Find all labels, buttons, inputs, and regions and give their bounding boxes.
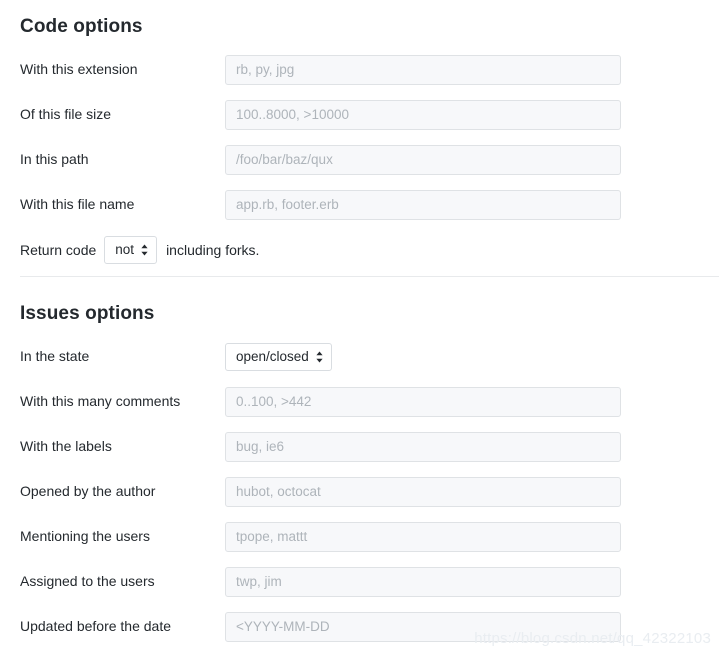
form-row: With this extension bbox=[0, 47, 719, 92]
return-code-label: Return code bbox=[20, 241, 97, 258]
form-row: With the labels bbox=[0, 424, 719, 469]
field-control bbox=[225, 611, 719, 642]
form-row: With this file name bbox=[0, 182, 719, 227]
field-label-in-this-path: In this path bbox=[20, 151, 89, 168]
field-label-updated-before-the-date: Updated before the date bbox=[20, 618, 172, 635]
field-control: open/closed bbox=[225, 342, 719, 371]
file-name-input[interactable] bbox=[225, 189, 621, 220]
form-row: In this path bbox=[0, 137, 719, 182]
field-control bbox=[225, 99, 719, 130]
chevron-updown-icon bbox=[140, 243, 149, 257]
state-select-value: open/closed bbox=[236, 348, 309, 364]
updated-before-input[interactable] bbox=[225, 611, 621, 642]
advanced-search-form: Code options With this extension Of this… bbox=[0, 0, 719, 659]
chevron-updown-icon bbox=[315, 350, 324, 364]
field-label-assigned-to-the-users: Assigned to the users bbox=[20, 573, 155, 590]
field-label-opened-by-the-author: Opened by the author bbox=[20, 483, 156, 500]
form-row: With this many comments bbox=[0, 379, 719, 424]
field-label-of-this-file-size: Of this file size bbox=[20, 106, 112, 123]
file-size-input[interactable] bbox=[225, 99, 621, 130]
labels-input[interactable] bbox=[225, 431, 621, 462]
form-row: Updated before the date bbox=[0, 604, 719, 649]
mentions-input[interactable] bbox=[225, 521, 621, 552]
field-label-with-this-file-name: With this file name bbox=[20, 196, 135, 213]
field-label-mentioning-the-users: Mentioning the users bbox=[20, 528, 150, 545]
field-control bbox=[225, 386, 719, 417]
field-label-in-the-state: In the state bbox=[20, 348, 90, 365]
section-divider bbox=[20, 276, 719, 277]
forks-select[interactable]: not bbox=[104, 235, 158, 264]
field-control bbox=[225, 431, 719, 462]
form-row: Opened by the author bbox=[0, 469, 719, 514]
field-control bbox=[225, 189, 719, 220]
code-options-heading: Code options bbox=[20, 16, 143, 37]
path-input[interactable] bbox=[225, 144, 621, 175]
form-row: Mentioning the users bbox=[0, 514, 719, 559]
state-select[interactable]: open/closed bbox=[225, 342, 332, 371]
field-control bbox=[225, 521, 719, 552]
field-control bbox=[225, 476, 719, 507]
issues-options-heading: Issues options bbox=[20, 303, 155, 324]
assignee-input[interactable] bbox=[225, 566, 621, 597]
issues-options-rows: In the state open/closed With this many … bbox=[0, 334, 719, 649]
field-control bbox=[225, 54, 719, 85]
form-row: In the state open/closed bbox=[0, 334, 719, 379]
field-label-with-this-extension: With this extension bbox=[20, 61, 138, 78]
field-control bbox=[225, 144, 719, 175]
field-control bbox=[225, 566, 719, 597]
form-row: Assigned to the users bbox=[0, 559, 719, 604]
form-row: Of this file size bbox=[0, 92, 719, 137]
return-code-suffix-text: including forks. bbox=[166, 241, 260, 258]
code-options-rows: With this extension Of this file size In… bbox=[0, 47, 719, 272]
comments-input[interactable] bbox=[225, 386, 621, 417]
return-code-row: Return code not including forks. bbox=[0, 227, 719, 272]
field-label-with-the-labels: With the labels bbox=[20, 438, 112, 455]
field-label-with-this-many-comments: With this many comments bbox=[20, 393, 181, 410]
extension-input[interactable] bbox=[225, 54, 621, 85]
author-input[interactable] bbox=[225, 476, 621, 507]
forks-select-value: not bbox=[115, 241, 135, 257]
